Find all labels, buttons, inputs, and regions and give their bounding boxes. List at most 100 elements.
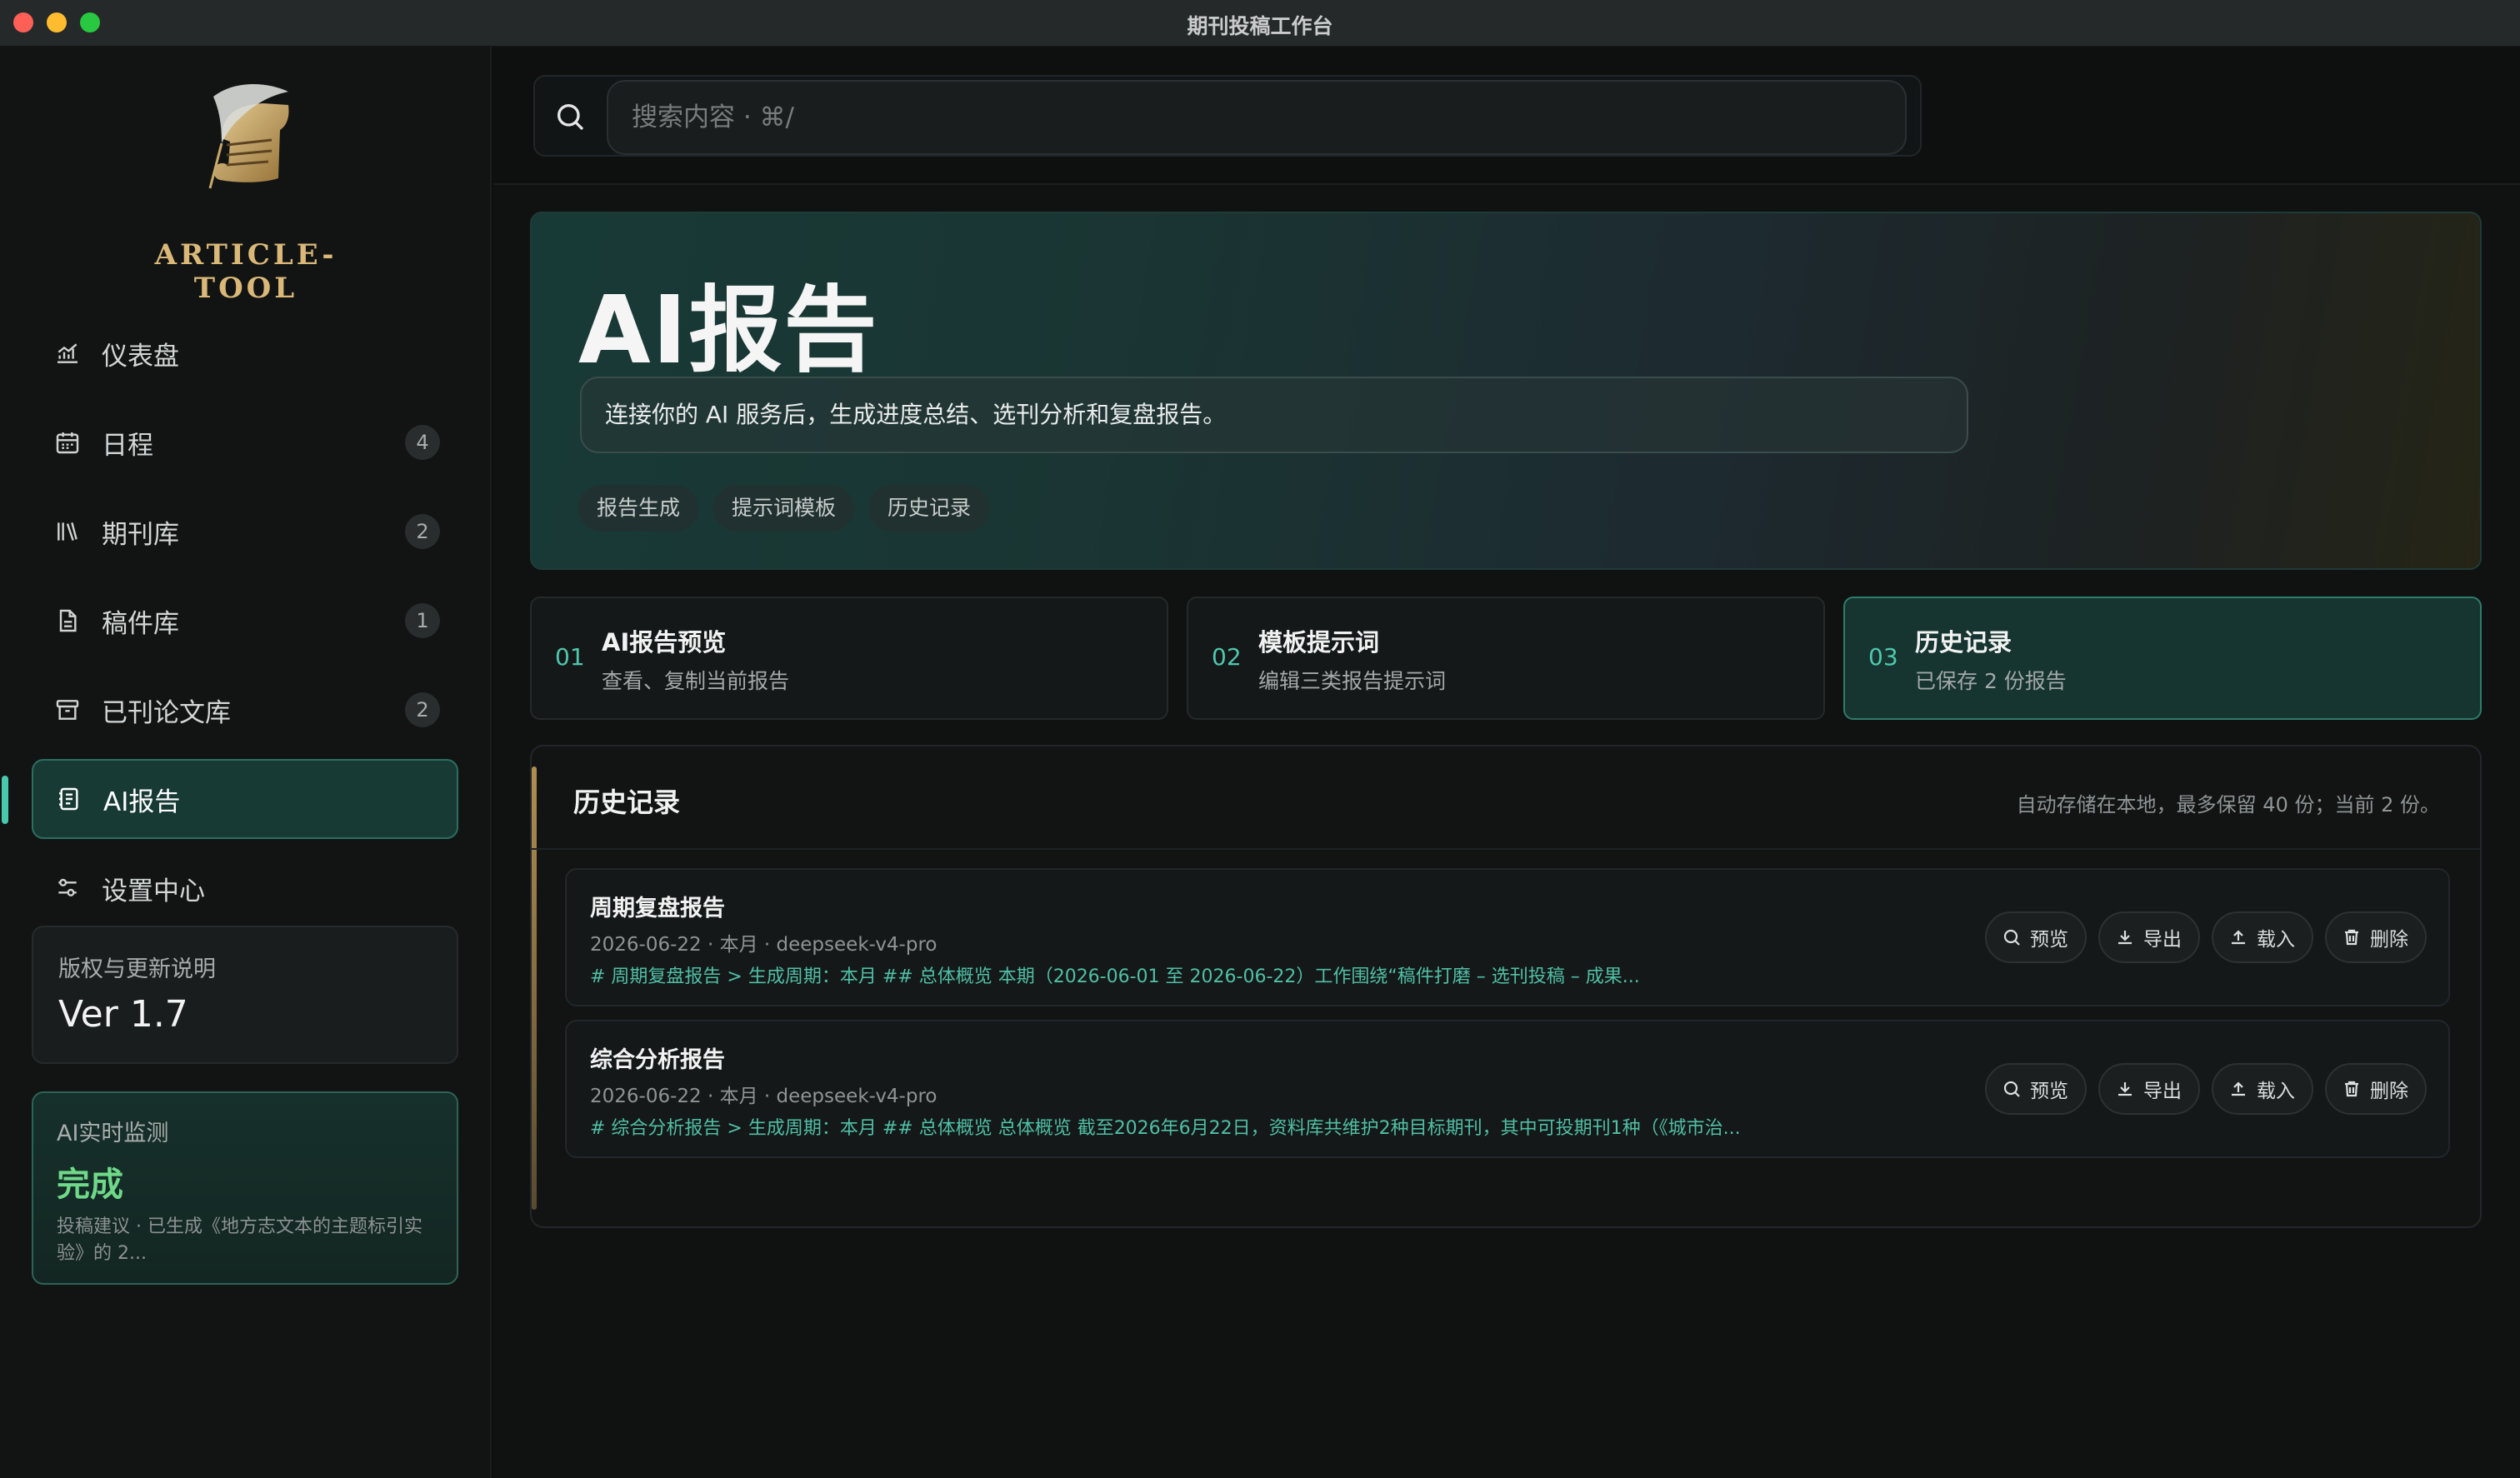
version-card-label: 版权与更新说明	[58, 956, 216, 982]
record-preview: # 综合分析报告 > 生成周期：本月 ## 总体概览 总体概览 截至2026年6…	[590, 1118, 1741, 1139]
archive-icon	[53, 696, 82, 724]
trash-icon	[2345, 1081, 2358, 1097]
export-button[interactable]: 导出	[2098, 1063, 2200, 1115]
sidebar-item-label: AI报告	[103, 786, 181, 817]
version-number: Ver 1.7	[58, 993, 188, 1036]
search-bar	[533, 75, 1922, 157]
main-content: AI报告 连接你的 AI 服务后，生成进度总结、选刊分析和复盘报告。 报告生成 …	[493, 47, 2520, 1478]
active-indicator	[2, 776, 8, 824]
count-badge: 1	[405, 603, 440, 638]
record-actions: 预览 导出 载入 删除	[1985, 1063, 2427, 1115]
sidebar-item-published[interactable]: 已刊论文库 2	[32, 670, 458, 750]
hero-chips: 报告生成 提示词模板 历史记录	[578, 485, 990, 532]
sidebar-item-label: 稿件库	[102, 608, 179, 639]
step-subtitle: 已保存 2 份报告	[1915, 669, 2067, 693]
history-header: 历史记录 自动存储在本地，最多保留 40 份；当前 2 份。	[532, 746, 2480, 850]
search-input[interactable]	[607, 80, 1907, 155]
delete-label: 删除	[2370, 929, 2408, 951]
sidebar-item-ai-report[interactable]: AI报告	[2, 759, 458, 839]
upload-icon	[2232, 930, 2245, 945]
version-card[interactable]: 版权与更新说明 Ver 1.7	[32, 926, 458, 1064]
ai-monitor-card[interactable]: AI实时监测 完成 投稿建议 · 已生成《地方志文本的主题标引实验》的 2...	[32, 1091, 458, 1285]
page-title: AI报告	[578, 277, 879, 385]
monitor-status: 完成	[57, 1166, 123, 1204]
export-label: 导出	[2143, 1081, 2182, 1102]
sidebar-item-schedule[interactable]: 日程 4	[32, 402, 458, 482]
search-icon	[2003, 929, 2020, 946]
chip-report-generate[interactable]: 报告生成	[578, 485, 699, 532]
load-label: 载入	[2257, 929, 2295, 951]
download-icon	[2118, 931, 2132, 945]
delete-button[interactable]: 删除	[2325, 1063, 2427, 1115]
record-meta: 2026-06-22 · 本月 · deepseek-v4-pro	[590, 1086, 938, 1107]
tab-report-preview[interactable]: 01 AI报告预览 查看、复制当前报告	[530, 597, 1168, 720]
calendar-icon	[53, 428, 82, 457]
preview-button[interactable]: 预览	[1985, 1063, 2087, 1115]
export-label: 导出	[2143, 929, 2182, 951]
step-title: AI报告预览	[602, 628, 727, 657]
window-title: 期刊投稿工作台	[1187, 14, 1333, 38]
step-number: 02	[1212, 643, 1242, 671]
count-badge: 4	[405, 425, 440, 460]
logo-text: ARTICLE-TOOL	[154, 238, 338, 305]
sidebar-item-manuscripts[interactable]: 稿件库 1	[32, 581, 458, 661]
sidebar-item-settings[interactable]: 设置中心	[32, 848, 458, 928]
load-button[interactable]: 载入	[2212, 1063, 2313, 1115]
load-button[interactable]: 载入	[2212, 911, 2313, 963]
quill-scroll-logo-icon	[208, 83, 289, 189]
hero-panel: AI报告 连接你的 AI 服务后，生成进度总结、选刊分析和复盘报告。 报告生成 …	[530, 212, 2482, 570]
settings-sliders-icon	[53, 874, 82, 902]
window-titlebar: 期刊投稿工作台	[0, 0, 2520, 47]
sidebar-item-dashboard[interactable]: 仪表盘	[32, 313, 458, 393]
history-panel: 历史记录 自动存储在本地，最多保留 40 份；当前 2 份。 周期复盘报告 20…	[530, 745, 2482, 1228]
record-meta: 2026-06-22 · 本月 · deepseek-v4-pro	[590, 934, 938, 956]
history-title: 历史记录	[573, 786, 681, 818]
app-logo: ARTICLE-TOOL	[117, 80, 375, 305]
document-icon	[53, 607, 82, 635]
sidebar-nav: 仪表盘 日程 4 期刊库 2 稿件库 1 已刊论文库 2 AI报告 设置中心	[2, 313, 458, 937]
sidebar-item-label: 设置中心	[102, 876, 205, 906]
preview-label: 预览	[2030, 1081, 2068, 1102]
chip-prompt-templates[interactable]: 提示词模板	[713, 485, 855, 532]
tab-template-prompts[interactable]: 02 模板提示词 编辑三类报告提示词	[1187, 597, 1825, 720]
step-title: 模板提示词	[1258, 628, 1380, 657]
record-title: 周期复盘报告	[590, 896, 725, 921]
sidebar-item-label: 已刊论文库	[102, 697, 231, 728]
history-record[interactable]: 周期复盘报告 2026-06-22 · 本月 · deepseek-v4-pro…	[565, 868, 2450, 1006]
load-label: 载入	[2257, 1081, 2295, 1102]
top-bar	[493, 47, 2520, 185]
delete-label: 删除	[2370, 1081, 2408, 1102]
chip-history[interactable]: 历史记录	[869, 485, 990, 532]
delete-button[interactable]: 删除	[2325, 911, 2427, 963]
sidebar-item-label: 仪表盘	[102, 341, 179, 372]
download-icon	[2118, 1082, 2132, 1096]
step-title: 历史记录	[1915, 628, 2012, 657]
count-badge: 2	[405, 692, 440, 727]
sidebar: ARTICLE-TOOL 仪表盘 日程 4 期刊库 2 稿件库 1 已刊论文库 …	[0, 47, 492, 1478]
step-tabs: 01 AI报告预览 查看、复制当前报告 02 模板提示词 编辑三类报告提示词 0…	[530, 597, 2482, 720]
record-title: 综合分析报告	[590, 1047, 725, 1073]
sidebar-item-label: 日程	[102, 430, 153, 461]
trash-icon	[2345, 929, 2358, 946]
step-number: 01	[555, 643, 585, 671]
step-subtitle: 编辑三类报告提示词	[1258, 669, 1447, 693]
step-number: 03	[1868, 643, 1898, 671]
monitor-detail: 投稿建议 · 已生成《地方志文本的主题标引实验》的 2...	[57, 1216, 422, 1264]
record-actions: 预览 导出 载入 删除	[1985, 911, 2427, 963]
preview-label: 预览	[2030, 929, 2068, 951]
monitor-label: AI实时监测	[57, 1121, 169, 1146]
step-subtitle: 查看、复制当前报告	[602, 669, 790, 693]
upload-icon	[2232, 1081, 2245, 1096]
history-record[interactable]: 综合分析报告 2026-06-22 · 本月 · deepseek-v4-pro…	[565, 1020, 2450, 1158]
export-button[interactable]: 导出	[2098, 911, 2200, 963]
report-icon	[55, 785, 83, 813]
count-badge: 2	[405, 514, 440, 549]
tab-history[interactable]: 03 历史记录 已保存 2 份报告	[1843, 597, 2482, 720]
library-icon	[53, 517, 82, 546]
chart-icon	[53, 339, 82, 367]
search-icon	[558, 104, 584, 131]
preview-button[interactable]: 预览	[1985, 911, 2087, 963]
history-note: 自动存储在本地，最多保留 40 份；当前 2 份。	[2016, 793, 2440, 816]
sidebar-item-journals[interactable]: 期刊库 2	[32, 492, 458, 572]
sidebar-item-label: 期刊库	[102, 519, 179, 550]
